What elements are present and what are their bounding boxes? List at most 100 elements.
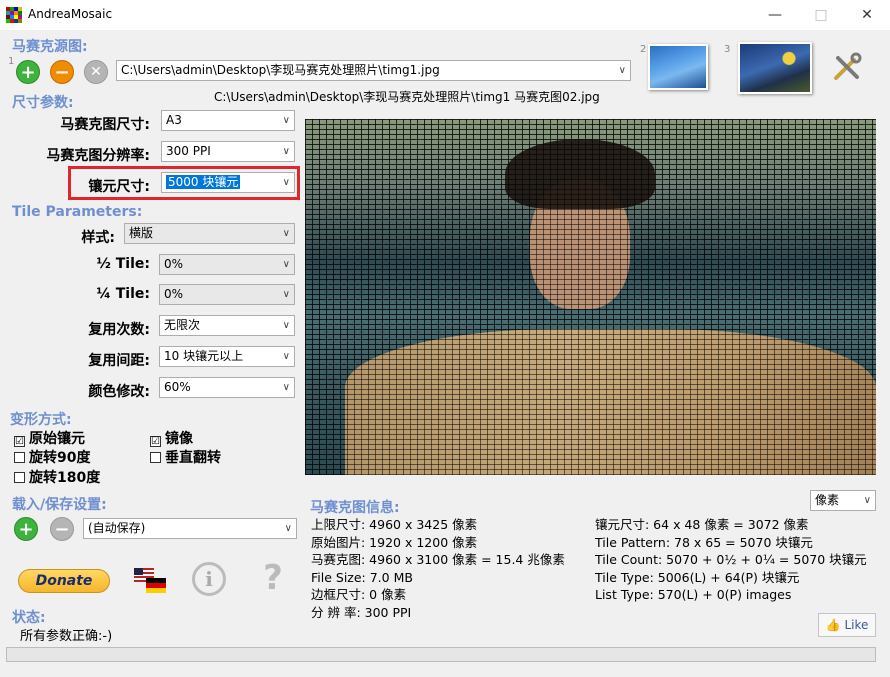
close-icon[interactable]: ✕ — [844, 0, 890, 30]
add-source-button[interactable]: + — [16, 60, 40, 84]
checkbox-icon — [14, 452, 25, 463]
mosaic-size-select[interactable]: A3 ∨ — [161, 110, 295, 131]
status-section-label: 状态: — [12, 610, 46, 626]
info-line: 边框尺寸: 0 像素 — [311, 587, 407, 602]
transform-section-label: 变形方式: — [10, 412, 72, 428]
reuse-select[interactable]: 无限次 ∨ — [159, 315, 295, 336]
help-icon[interactable]: ? — [256, 558, 290, 598]
chevron-down-icon: ∨ — [282, 289, 290, 300]
mirror-checkbox[interactable]: ☑ 镜像 — [150, 428, 193, 448]
tile-size-select[interactable]: 5000 块镶元 ∨ — [161, 172, 295, 193]
clear-source-button[interactable]: ✕ — [84, 60, 108, 84]
tile-grid — [305, 119, 876, 475]
remove-source-button[interactable]: − — [50, 60, 74, 84]
info-line: File Size: 7.0 MB — [311, 569, 413, 585]
style-value: 横版 — [129, 226, 154, 240]
progress-bar — [6, 647, 876, 662]
reuse-label: 复用次数: — [88, 322, 150, 338]
chevron-down-icon: ∨ — [282, 228, 290, 239]
rotate180-label: 旋转180度 — [29, 470, 101, 486]
info-line: 原始图片: 1920 x 1200 像素 — [311, 534, 478, 550]
tools-icon[interactable] — [830, 50, 864, 84]
reuse-distance-label: 复用间距: — [88, 353, 150, 369]
info-line: Tile Pattern: 78 x 65 = 5070 块镶元 — [595, 534, 813, 550]
quarter-tile-label: ¼ Tile: — [96, 286, 150, 302]
info-icon[interactable]: i — [192, 562, 226, 596]
chevron-down-icon: ∨ — [863, 495, 871, 506]
chevron-down-icon: ∨ — [282, 177, 290, 188]
vertical-flip-label: 垂直翻转 — [165, 450, 221, 466]
language-flag-icon[interactable] — [134, 566, 166, 594]
unit-value: 像素 — [815, 493, 840, 507]
chevron-down-icon: ∨ — [282, 382, 290, 393]
resolution-label: 马赛克图分辨率: — [46, 148, 150, 164]
chevron-down-icon: ∨ — [282, 146, 290, 157]
reuse-distance-value: 10 块镶元以上 — [164, 349, 244, 363]
step-badge-2: 2 — [640, 44, 647, 55]
chevron-down-icon: ∨ — [282, 115, 290, 126]
tile-section-label: Tile Parameters: — [12, 204, 143, 220]
mosaic-size-value: A3 — [166, 113, 182, 127]
info-line: 分 辨 率: 300 PPI — [311, 604, 412, 620]
tile-size-value: 5000 块镶元 — [166, 175, 241, 189]
vertical-flip-checkbox[interactable]: 垂直翻转 — [150, 447, 221, 467]
mosaic-output-thumbnail[interactable] — [738, 42, 812, 94]
reuse-value: 无限次 — [164, 318, 201, 332]
info-line: 上限尺寸: 4960 x 3425 像素 — [311, 517, 478, 532]
half-tile-label: ½ Tile: — [96, 256, 150, 272]
info-line: 马赛克图: 4960 x 3100 像素 = 15.4 兆像素 — [311, 552, 565, 567]
resolution-select[interactable]: 300 PPI ∨ — [161, 141, 295, 162]
original-tile-label: 原始镶元 — [29, 431, 85, 447]
donate-button[interactable]: Donate — [18, 569, 110, 593]
app-icon — [6, 7, 22, 23]
checkbox-checked-icon: ☑ — [14, 436, 25, 447]
maximize-icon[interactable]: □ — [798, 0, 844, 30]
half-tile-select[interactable]: 0% ∨ — [159, 254, 295, 275]
chevron-down-icon: ∨ — [284, 523, 292, 534]
source-path-value: C:\Users\admin\Desktop\李现马赛克处理照片\timg1.j… — [121, 63, 440, 77]
chevron-down-icon: ∨ — [282, 259, 290, 270]
settings-select[interactable]: (自动保存) ∨ — [83, 518, 297, 539]
reuse-distance-select[interactable]: 10 块镶元以上 ∨ — [159, 346, 295, 367]
style-label: 样式: — [81, 230, 115, 246]
mosaic-preview — [305, 119, 876, 475]
quarter-tile-select[interactable]: 0% ∨ — [159, 284, 295, 305]
add-settings-button[interactable]: + — [14, 517, 38, 541]
info-line: List Type: 570(L) + 0(P) images — [595, 587, 792, 602]
info-line: 镶元尺寸: 64 x 48 像素 = 3072 像素 — [595, 517, 809, 532]
quarter-tile-value: 0% — [164, 287, 184, 301]
checkbox-icon — [14, 472, 25, 483]
info-right-list: 镶元尺寸: 64 x 48 像素 = 3072 像素 Tile Pattern:… — [595, 516, 867, 604]
source-path-select[interactable]: C:\Users\admin\Desktop\李现马赛克处理照片\timg1.j… — [116, 60, 631, 81]
original-tile-checkbox[interactable]: ☑ 原始镶元 — [14, 428, 85, 448]
chevron-down-icon: ∨ — [282, 320, 290, 331]
rotate90-checkbox[interactable]: 旋转90度 — [14, 447, 90, 467]
like-button[interactable]: 👍 Like — [818, 613, 876, 637]
info-line: Tile Type: 5006(L) + 64(P) 块镶元 — [595, 569, 800, 585]
window-title: AndreaMosaic — [28, 7, 113, 21]
rotate180-checkbox[interactable]: 旋转180度 — [14, 467, 100, 487]
half-tile-value: 0% — [164, 257, 184, 271]
like-label: Like — [844, 618, 869, 632]
info-left-list: 上限尺寸: 4960 x 3425 像素 原始图片: 1920 x 1200 像… — [311, 516, 565, 621]
status-text: 所有参数正确:-) — [20, 629, 113, 644]
style-select[interactable]: 横版 ∨ — [124, 223, 295, 244]
source-section-label: 马赛克源图: — [12, 39, 88, 55]
tile-size-label: 镶元尺寸: — [88, 179, 150, 195]
info-line: Tile Count: 5070 + 0½ + 0¼ = 5070 块镶元 — [595, 552, 867, 567]
step-badge-3: 3 — [724, 44, 731, 55]
minimize-icon[interactable]: — — [752, 0, 798, 30]
chevron-down-icon: ∨ — [282, 351, 290, 362]
size-section-label: 尺寸参数: — [12, 95, 74, 111]
step-badge-1: 1 — [8, 56, 15, 67]
color-value: 60% — [164, 380, 191, 394]
thumbs-up-icon: 👍 — [825, 618, 841, 632]
color-select[interactable]: 60% ∨ — [159, 377, 295, 398]
remove-settings-button[interactable]: − — [50, 517, 74, 541]
unit-select[interactable]: 像素 ∨ — [810, 490, 876, 511]
tile-library-thumbnail[interactable] — [648, 44, 708, 90]
rotate90-label: 旋转90度 — [29, 450, 91, 466]
mirror-label: 镜像 — [165, 431, 193, 447]
load-save-section-label: 载入/保存设置: — [12, 497, 107, 513]
checkbox-checked-icon: ☑ — [150, 436, 161, 447]
